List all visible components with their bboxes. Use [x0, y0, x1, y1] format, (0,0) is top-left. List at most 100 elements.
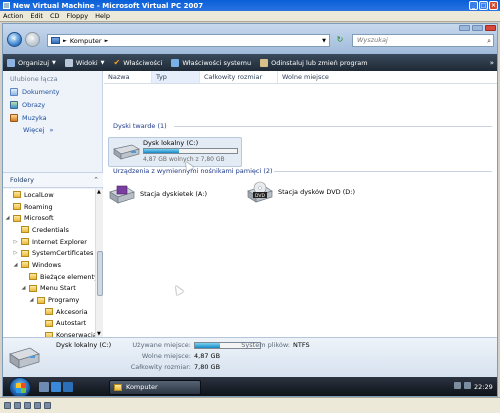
address-path[interactable]: Komputer — [70, 37, 102, 45]
group-hard-drives[interactable]: Dyski twarde (1) — [113, 122, 167, 130]
minimize-button[interactable] — [459, 25, 470, 31]
folder-icon — [29, 284, 37, 292]
forward-button[interactable]: › — [25, 32, 40, 47]
tree-item[interactable]: Konserwacja — [3, 329, 95, 337]
properties-button[interactable]: ✔ Właściwości — [114, 58, 163, 67]
tree-item-label: Programy — [48, 296, 80, 305]
expand-arrow-icon[interactable]: ▷ — [13, 239, 18, 245]
system-properties-label: Właściwości systemu — [182, 58, 252, 67]
clock[interactable]: 22:29 — [474, 377, 493, 396]
show-desktop-icon[interactable] — [39, 382, 49, 392]
scrollbar-thumb[interactable] — [97, 251, 103, 296]
address-bar: ‹ › ► Komputer ► ▼ ↻ Wyszukaj ⌕ — [3, 24, 497, 54]
back-button[interactable]: ‹ — [7, 32, 22, 47]
folders-header[interactable]: Foldery ⌃ — [3, 172, 103, 188]
details-total-value: 7,80 GB — [194, 363, 221, 371]
host-minimize-button[interactable]: _ — [469, 1, 478, 10]
expand-arrow-icon[interactable]: ◢ — [13, 262, 18, 268]
tree-item[interactable]: Bieżące elementy — [3, 271, 95, 283]
address-input[interactable]: ► Komputer ► ▼ — [47, 34, 330, 47]
expand-arrow-icon[interactable]: ◢ — [21, 285, 26, 291]
drive-c[interactable]: Dysk lokalny (C:) 4,87 GB wolnych z 7,80… — [108, 137, 242, 167]
more-link[interactable]: Więcej » — [3, 124, 102, 136]
drive-c-name: Dysk lokalny (C:) — [143, 139, 199, 147]
column-free-space[interactable]: Wolne miejsce — [278, 71, 348, 83]
host-title: New Virtual Machine - Microsoft Virtual … — [13, 1, 204, 10]
tree-item[interactable]: Credentials — [3, 224, 95, 236]
dvd-drive[interactable]: DVD Stacja dysków DVD (D:) — [247, 181, 355, 203]
group-divider — [274, 171, 492, 172]
tree-item[interactable]: LocalLow — [3, 189, 95, 201]
switch-windows-icon[interactable] — [51, 382, 61, 392]
maximize-button[interactable] — [472, 25, 483, 31]
menu-help[interactable]: Help — [95, 12, 110, 20]
column-total-size[interactable]: Całkowity rozmiar — [200, 71, 278, 83]
scroll-up-icon[interactable]: ▲ — [97, 189, 101, 195]
tree-item-label: Internet Explorer — [32, 237, 87, 246]
host-maximize-button[interactable]: □ — [479, 1, 488, 10]
expand-arrow-icon[interactable]: ▷ — [13, 250, 18, 256]
dvd-badge: DVD — [255, 193, 265, 199]
menu-edit[interactable]: Edit — [30, 12, 43, 20]
dropdown-arrow-icon[interactable]: ▼ — [322, 38, 326, 44]
uninstall-button[interactable]: Odinstaluj lub zmień program — [260, 58, 368, 67]
tree-item[interactable]: ◢ Programy — [3, 294, 95, 306]
chevron-right-icon[interactable]: » — [490, 59, 494, 67]
windows-logo-icon — [16, 383, 26, 393]
column-name[interactable]: Nazwa — [104, 71, 152, 83]
refresh-icon[interactable]: ↻ — [334, 34, 346, 46]
tree-item[interactable]: ▷ Internet Explorer — [3, 236, 95, 248]
tree-scrollbar[interactable]: ▲ ▼ — [95, 189, 103, 337]
details-fs-value: NTFS — [293, 341, 310, 349]
floppy-drive[interactable]: Stacja dyskietek (A:) — [109, 184, 207, 204]
address-separator-icon[interactable]: ► — [105, 38, 109, 44]
host-menubar: Action Edit CD Floppy Help — [0, 11, 500, 22]
folder-share-icon[interactable] — [34, 402, 41, 409]
tree-item-label: Akcesoria — [56, 307, 88, 316]
taskbar-window-computer[interactable]: Komputer — [109, 380, 201, 395]
tree-item[interactable]: Akcesoria — [3, 306, 95, 318]
details-total-label: Całkowity rozmiar: — [130, 363, 191, 371]
column-type[interactable]: Typ — [152, 71, 200, 83]
system-properties-button[interactable]: Właściwości systemu — [171, 58, 252, 67]
start-button[interactable] — [9, 377, 31, 396]
network-status-icon[interactable] — [44, 402, 51, 409]
fav-music[interactable]: Muzyka — [3, 111, 102, 124]
tree-item[interactable]: ◢ Menu Start — [3, 283, 95, 295]
menu-floppy[interactable]: Floppy — [67, 12, 89, 20]
virtual-pc-icon — [3, 2, 10, 9]
search-icon[interactable]: ⌕ — [487, 36, 491, 47]
floppy-status-icon[interactable] — [24, 402, 31, 409]
views-button[interactable]: Widoki ▼ — [64, 58, 105, 67]
expand-arrow-icon[interactable]: ◢ — [29, 297, 34, 303]
folder-icon — [21, 238, 29, 246]
tree-item-label: Bieżące elementy — [40, 272, 95, 281]
details-fs-label: System plików: — [241, 341, 290, 349]
volume-icon[interactable] — [464, 382, 471, 389]
tree-item[interactable]: ◢ Windows — [3, 259, 95, 271]
search-input[interactable]: Wyszukaj ⌕ — [352, 34, 494, 47]
tree-item[interactable]: Autostart — [3, 318, 95, 330]
checkmark-icon: ✔ — [113, 58, 121, 67]
fav-documents[interactable]: Dokumenty — [3, 85, 102, 98]
tree-item-label: Autostart — [56, 319, 87, 328]
fav-pictures[interactable]: Obrazy — [3, 98, 102, 111]
tree-item[interactable]: ▷ SystemCertificates — [3, 247, 95, 259]
menu-cd[interactable]: CD — [50, 12, 60, 20]
cd-status-icon[interactable] — [14, 402, 21, 409]
host-close-button[interactable]: × — [489, 1, 498, 10]
close-button[interactable] — [485, 25, 496, 31]
expand-arrow-icon[interactable]: ◢ — [5, 215, 10, 221]
internet-explorer-icon[interactable] — [63, 382, 73, 392]
organize-button[interactable]: Organizuj ▼ — [7, 58, 56, 67]
hard-disk-status-icon[interactable] — [4, 402, 11, 409]
folder-icon — [13, 214, 21, 222]
tree-item[interactable]: ◢ Microsoft — [3, 212, 95, 224]
group-removable[interactable]: Urządzenia z wymiennymi nośnikami pamięc… — [113, 167, 273, 175]
tree-item[interactable]: Roaming — [3, 201, 95, 213]
organize-label: Organizuj — [18, 58, 50, 67]
chevron-up-icon[interactable]: ⌃ — [93, 173, 99, 188]
network-icon[interactable] — [454, 382, 461, 389]
menu-action[interactable]: Action — [3, 12, 23, 20]
floppy-drive-label: Stacja dyskietek (A:) — [140, 190, 207, 198]
